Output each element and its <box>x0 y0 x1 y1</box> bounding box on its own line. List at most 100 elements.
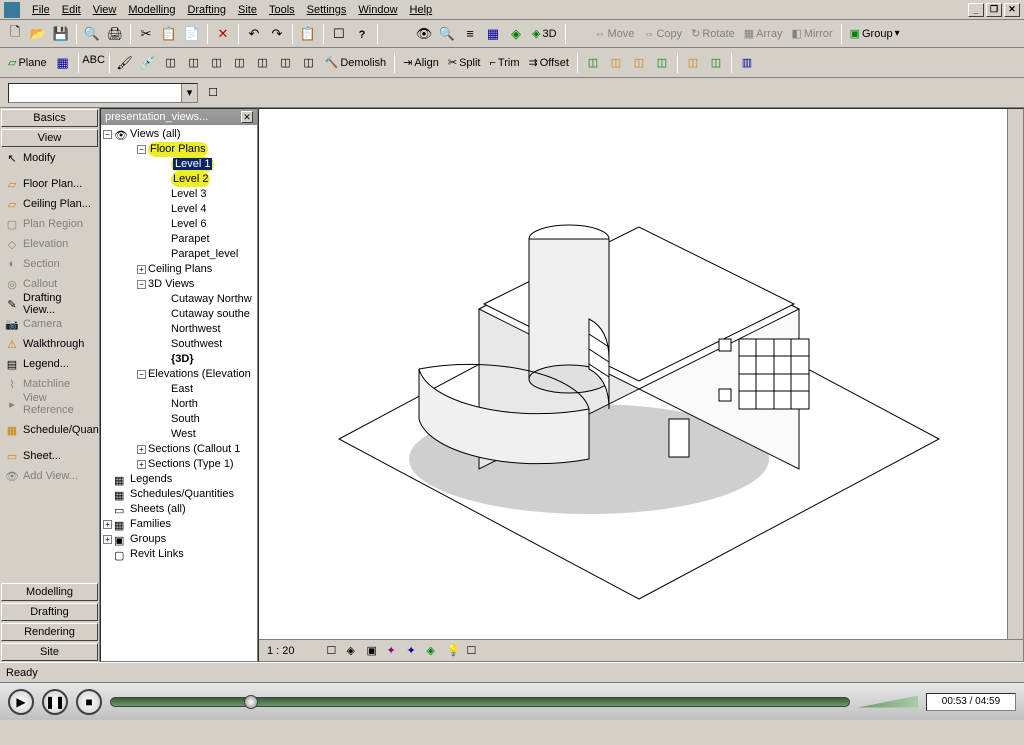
props-button[interactable]: 📋 <box>297 23 319 45</box>
tool-f[interactable]: ◫ <box>275 52 297 74</box>
tree-parapet[interactable]: Parapet <box>101 232 257 247</box>
cut-button[interactable]: ✂ <box>135 23 157 45</box>
progress-bar[interactable] <box>110 697 850 707</box>
menu-drafting[interactable]: Drafting <box>181 2 232 18</box>
shadows-icon[interactable]: ▣ <box>367 644 381 658</box>
tree-sections-callout[interactable]: +Sections (Callout 1 <box>101 442 257 457</box>
progress-thumb[interactable] <box>244 695 258 709</box>
tree-level1[interactable]: Level 1 <box>101 157 257 172</box>
crop-region-icon[interactable]: ✦ <box>407 644 421 658</box>
tree-level6[interactable]: Level 6 <box>101 217 257 232</box>
tree-sheets[interactable]: ▭Sheets (all) <box>101 502 257 517</box>
tree-elev-north[interactable]: North <box>101 397 257 412</box>
ceilingplan-button[interactable]: ▱Ceiling Plan... <box>2 194 97 214</box>
menu-modelling[interactable]: Modelling <box>122 2 181 18</box>
menu-help[interactable]: Help <box>404 2 439 18</box>
model-graphics-icon[interactable]: ◈ <box>347 644 361 658</box>
t2-c[interactable]: ◫ <box>628 52 650 74</box>
camera-button[interactable]: 📷Camera <box>2 314 97 334</box>
paste-button[interactable]: 📄 <box>181 23 203 45</box>
dropdown-icon[interactable]: ▾ <box>181 84 197 102</box>
designbar-rendering[interactable]: Rendering <box>1 623 98 641</box>
tree-legends[interactable]: ▦Legends <box>101 472 257 487</box>
menu-view[interactable]: View <box>87 2 123 18</box>
save-button[interactable]: 💾 <box>50 23 72 45</box>
scrollbar-vertical[interactable] <box>1007 109 1023 639</box>
t2-f[interactable]: ◫ <box>705 52 727 74</box>
thin-lines-button[interactable]: ≡ <box>459 23 481 45</box>
reveal-icon[interactable]: 💡 <box>447 644 461 658</box>
plane-button[interactable]: ▱Plane <box>4 56 51 69</box>
tree-3dviews[interactable]: −3D Views <box>101 277 257 292</box>
paint-button[interactable]: 🖌 <box>114 52 136 74</box>
tree-elev-west[interactable]: West <box>101 427 257 442</box>
crop-icon[interactable]: ✦ <box>387 644 401 658</box>
tree-sections-type1[interactable]: +Sections (Type 1) <box>101 457 257 472</box>
t2-d[interactable]: ◫ <box>651 52 673 74</box>
menu-window[interactable]: Window <box>352 2 403 18</box>
grid-button[interactable]: ▦ <box>52 52 74 74</box>
volume-slider[interactable] <box>858 696 918 708</box>
tree-groups[interactable]: +▣Groups <box>101 532 257 547</box>
planregion-button[interactable]: ▢Plan Region <box>2 214 97 234</box>
tool-g[interactable]: ◫ <box>298 52 320 74</box>
menu-tools[interactable]: Tools <box>263 2 301 18</box>
tree-level2[interactable]: Level 2 <box>101 172 257 187</box>
tree-parapetlevel[interactable]: Parapet_level <box>101 247 257 262</box>
tool-b[interactable]: ◫ <box>183 52 205 74</box>
tree-level3[interactable]: Level 3 <box>101 187 257 202</box>
walkthrough-button[interactable]: ⚠Walkthrough <box>2 334 97 354</box>
menu-file[interactable]: File <box>26 2 56 18</box>
copy-tool-button[interactable]: ⇔Copy <box>639 28 686 40</box>
viewref-button[interactable]: ▸View Reference <box>2 394 97 414</box>
menu-settings[interactable]: Settings <box>301 2 353 18</box>
zoom-region-button[interactable]: 👁 <box>413 23 435 45</box>
designbar-basics[interactable]: Basics <box>1 109 98 127</box>
rotate-button[interactable]: ↻Rotate <box>687 27 739 40</box>
minimize-button[interactable]: _ <box>968 3 984 17</box>
dialog-button[interactable]: ☐ <box>328 23 350 45</box>
t2-e[interactable]: ◫ <box>682 52 704 74</box>
tree-families[interactable]: +▦Families <box>101 517 257 532</box>
canvas-3d[interactable] <box>259 109 1023 639</box>
move-button[interactable]: ⇔Move <box>591 28 639 40</box>
split-button[interactable]: ✂Split <box>444 56 485 69</box>
modify-button[interactable]: ↖Modify <box>2 148 97 168</box>
tree-revitlinks[interactable]: ▢Revit Links <box>101 547 257 562</box>
tree-3d-cutawayn[interactable]: Cutaway Northw <box>101 292 257 307</box>
copy-button[interactable]: 📋 <box>158 23 180 45</box>
tree-views[interactable]: −👁Views (all) <box>101 127 257 142</box>
tree-elevations[interactable]: −Elevations (Elevation <box>101 367 257 382</box>
offset-button[interactable]: ⇉Offset <box>525 56 573 69</box>
section-button[interactable]: ◐Section <box>2 254 97 274</box>
view3d-button[interactable]: ◈3D <box>528 27 561 40</box>
tool-e[interactable]: ◫ <box>252 52 274 74</box>
tree-3d-sw[interactable]: Southwest <box>101 337 257 352</box>
array-button[interactable]: ▦Array <box>740 27 787 40</box>
play-button[interactable]: ▶ <box>8 689 34 715</box>
tree-elev-south[interactable]: South <box>101 412 257 427</box>
group-button[interactable]: ▣Group▾ <box>846 27 904 40</box>
type-selector[interactable]: ▾ <box>8 83 198 103</box>
t2-g[interactable]: ▥ <box>736 52 758 74</box>
floorplan-button[interactable]: ▱Floor Plan... <box>2 174 97 194</box>
new-button[interactable]: 🗋 <box>4 23 26 45</box>
trim-button[interactable]: ⌐Trim <box>485 57 523 69</box>
designbar-site[interactable]: Site <box>1 643 98 661</box>
restore-button[interactable]: ❐ <box>986 3 1002 17</box>
undo-button[interactable]: ↶ <box>243 23 265 45</box>
tool-a[interactable]: ◫ <box>160 52 182 74</box>
tree-schedules[interactable]: ▦Schedules/Quantities <box>101 487 257 502</box>
addview-button[interactable]: 👁Add View... <box>2 466 97 486</box>
designbar-drafting[interactable]: Drafting <box>1 603 98 621</box>
hide-icon[interactable]: ◈ <box>427 644 441 658</box>
stop-button[interactable]: ■ <box>76 689 102 715</box>
tree-level4[interactable]: Level 4 <box>101 202 257 217</box>
zoom-button[interactable]: 🔍 <box>436 23 458 45</box>
pause-button[interactable]: ❚❚ <box>42 689 68 715</box>
box3d-button[interactable]: ◈ <box>505 23 527 45</box>
mirror-button[interactable]: ◧Mirror <box>787 27 836 40</box>
open-button[interactable]: 📂 <box>27 23 49 45</box>
printpreview-button[interactable]: 🔍 <box>81 23 103 45</box>
legend-button[interactable]: ▤Legend... <box>2 354 97 374</box>
